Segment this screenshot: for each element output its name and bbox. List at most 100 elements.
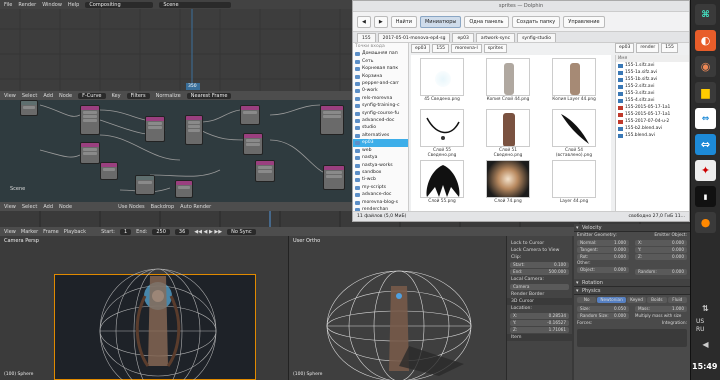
list-item[interactable]: 155-4.sifz.avi (616, 97, 689, 104)
velocity-section[interactable]: Velocity (574, 224, 690, 232)
list-item[interactable]: 155.blend.avi (616, 132, 689, 139)
graph-editor[interactable]: 350 (0, 9, 352, 91)
file-thumb[interactable]: Слой 51 Сведено.png (485, 109, 531, 158)
file-thumb[interactable]: Слой 54 (вставлено).png (551, 109, 597, 158)
place-item[interactable]: nastya-works (353, 162, 408, 169)
menu-render[interactable]: Render (18, 2, 36, 8)
physics-tab-fluid[interactable]: Fluid (667, 297, 687, 303)
file-thumb[interactable]: 45 Сведено.png (419, 58, 465, 102)
list-item[interactable]: 155-1b.sifz.avi (616, 76, 689, 83)
list-header[interactable]: Имя (616, 55, 689, 62)
place-item[interactable]: 0-work (353, 87, 408, 94)
teamviewer-icon[interactable]: ⇔ (695, 108, 716, 129)
node-editor-canvas[interactable]: Scene (0, 100, 352, 202)
start-frame-field[interactable]: 1 (119, 228, 132, 235)
filters-button[interactable]: Filters (126, 92, 150, 99)
cursor-section[interactable]: 3D Cursor (507, 298, 572, 305)
place-item[interactable]: advanced-doc (353, 117, 408, 124)
place-item[interactable]: my-scripts (353, 184, 408, 191)
object-slider[interactable]: Object: 0.000 (577, 267, 629, 273)
physics-tab-no[interactable]: No (577, 297, 597, 303)
crumb-item[interactable]: ep03 (411, 43, 431, 53)
right-crumb-item[interactable]: render (636, 43, 660, 53)
node-box[interactable] (145, 116, 165, 142)
layout-selector[interactable]: Compositing (85, 1, 154, 8)
comp-menu-view[interactable]: View (4, 204, 16, 210)
list-item[interactable]: 155-2.sifz.avi (616, 83, 689, 90)
tab-artwork-sync[interactable]: artwork-sync (475, 33, 516, 42)
menu-help[interactable]: Help (68, 2, 79, 8)
item-section[interactable]: Item (507, 334, 572, 341)
current-frame-field[interactable]: 36 (174, 228, 190, 235)
place-item[interactable]: ti-wcb (353, 176, 408, 183)
node-box[interactable] (135, 175, 155, 195)
viewport-camera[interactable]: Camera Persp (100) Sphere (0, 236, 288, 380)
app-icon-red[interactable]: ✦ (695, 160, 716, 181)
auto-render-toggle[interactable]: Auto Render (180, 204, 211, 210)
blender-icon[interactable]: ◉ (695, 56, 716, 77)
random-slider[interactable]: Random: 0.000 (635, 269, 687, 275)
thumbnails-button[interactable]: Миниатюры (419, 15, 462, 28)
node-box[interactable] (20, 100, 38, 116)
node-box[interactable] (80, 142, 100, 164)
nearest-frame-selector[interactable]: Nearest Frame (186, 92, 232, 99)
node-box[interactable] (80, 105, 100, 135)
rot-slider[interactable]: Rot: 0.000 (577, 254, 629, 260)
place-item[interactable]: synfig-training-c (353, 102, 408, 109)
place-item[interactable]: morevna-blog-s (353, 199, 408, 206)
tab-ep03[interactable]: ep03 (452, 33, 474, 42)
list-item[interactable]: 155-3.sifz.avi (616, 90, 689, 97)
tl-menu-view[interactable]: View (4, 229, 16, 235)
scene-selector[interactable]: Scene (159, 1, 232, 8)
multiply-mass-checkbox[interactable]: Multiply mass with size (632, 313, 690, 318)
place-item[interactable]: sandbox (353, 169, 408, 176)
place-item[interactable]: nastya (353, 154, 408, 161)
list-item[interactable]: 155-2015-05-17-1a1 (616, 111, 689, 118)
create-folder-button[interactable]: Создать папку (511, 15, 561, 28)
right-crumb-item[interactable]: 155 (661, 43, 678, 53)
keyboard-layout-ru[interactable]: RU (696, 326, 705, 333)
use-nodes-checkbox[interactable]: Use Nodes (118, 204, 145, 210)
tl-menu-marker[interactable]: Marker (21, 229, 38, 235)
tangent-slider[interactable]: Tangent: 0.000 (577, 247, 629, 253)
comp-menu-select[interactable]: Select (22, 204, 37, 210)
keyboard-layout-us[interactable]: US (696, 318, 704, 325)
clip-start-field[interactable]: Start: 0.100 (510, 262, 569, 268)
node-box[interactable] (243, 133, 263, 155)
node-menu-view[interactable]: View (4, 93, 16, 99)
node-box[interactable] (175, 180, 193, 198)
crumb-item[interactable]: morevna-l (450, 43, 482, 53)
normal-slider[interactable]: Normal: 1.000 (577, 240, 629, 246)
forward-button[interactable]: ▶ (373, 15, 388, 28)
list-item[interactable]: 155-b2.blend.avi (616, 125, 689, 132)
place-item[interactable]: pepper-and-carr (353, 80, 408, 87)
app-icon-1[interactable]: ◐ (695, 30, 716, 51)
mass-slider[interactable]: Mass: 1.000 (635, 306, 687, 312)
place-item[interactable]: studio (353, 124, 408, 131)
file-thumb[interactable]: Слой 55 Сведено.png (419, 109, 465, 158)
ey-slider[interactable]: Y: 0.000 (635, 247, 687, 253)
file-thumb[interactable]: Слой 55.png (419, 160, 465, 204)
tab-155[interactable]: 155 (357, 33, 376, 42)
end-frame-field[interactable]: 250 (152, 228, 170, 235)
place-item[interactable]: advance-doc (353, 191, 408, 198)
place-item[interactable]: ep03 (353, 139, 408, 147)
node-box[interactable] (255, 160, 275, 182)
sync-selector[interactable]: No Sync (227, 228, 256, 235)
tl-menu-playback[interactable]: Playback (64, 229, 86, 235)
app-icon-blue[interactable]: ⇔ (695, 134, 716, 155)
tab-monova[interactable]: 2017-05-01-monova-ep4-sg (377, 33, 451, 42)
rotation-section[interactable]: Rotation (574, 279, 690, 287)
clip-end-field[interactable]: End: 500.000 (510, 269, 569, 275)
list-item[interactable]: 155-2017-07-04-u-2 (616, 118, 689, 125)
cursor-y-field[interactable]: Y: -0.16527 (510, 320, 569, 326)
node-box[interactable] (100, 162, 118, 180)
place-item[interactable]: synfig-course-fu (353, 110, 408, 117)
play-controls[interactable]: ◀◀ ◀ ▶ ▶▶ (194, 229, 222, 235)
file-thumb[interactable]: Layer 44.png (551, 160, 597, 204)
manage-button[interactable]: Управление (563, 15, 605, 28)
physics-tab-keyed[interactable]: Keyed (626, 297, 647, 303)
list-item[interactable]: 155-1a.sifz.avi (616, 69, 689, 76)
search-button[interactable]: Найти (390, 15, 417, 28)
place-item[interactable]: rels-morevna (353, 95, 408, 102)
